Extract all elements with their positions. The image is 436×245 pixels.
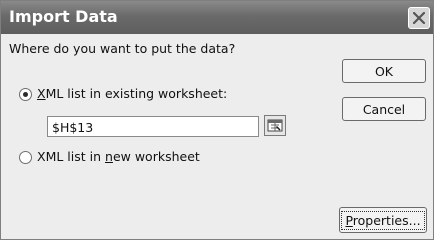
accel-key: P [345,212,353,228]
radio-existing-worksheet[interactable] [19,88,32,101]
radio-selected-dot [23,92,28,97]
range-picker-button[interactable] [264,115,286,136]
properties-label: Properties... [341,210,425,230]
properties-button[interactable]: Properties... [339,207,427,233]
label-prefix: XML list in [37,149,105,164]
cancel-button[interactable]: Cancel [342,97,426,121]
ok-button[interactable]: OK [342,59,426,83]
radio-new-worksheet[interactable] [19,151,32,164]
range-input-box[interactable] [47,116,259,137]
accel-key: X [37,86,46,101]
range-input[interactable] [48,118,252,137]
dialog-title: Import Data [9,7,118,26]
close-button[interactable] [408,7,430,29]
label-rest: ML list in existing worksheet: [45,86,228,101]
placement-question: Where do you want to put the data? [9,41,236,56]
accel-key: n [105,149,113,164]
radio-existing-worksheet-label[interactable]: XML list in existing worksheet: [37,86,227,101]
import-data-dialog: Import Data Where do you want to put the… [0,0,434,240]
cancel-label: Cancel [362,101,406,117]
close-icon [413,12,425,24]
title-bar[interactable]: Import Data [1,1,433,34]
radio-new-worksheet-label[interactable]: XML list in new worksheet [37,149,200,164]
ok-label: OK [374,63,394,79]
label-rest: roperties... [352,212,421,228]
range-collapse-icon [267,119,283,132]
label-rest: ew worksheet [112,149,200,164]
